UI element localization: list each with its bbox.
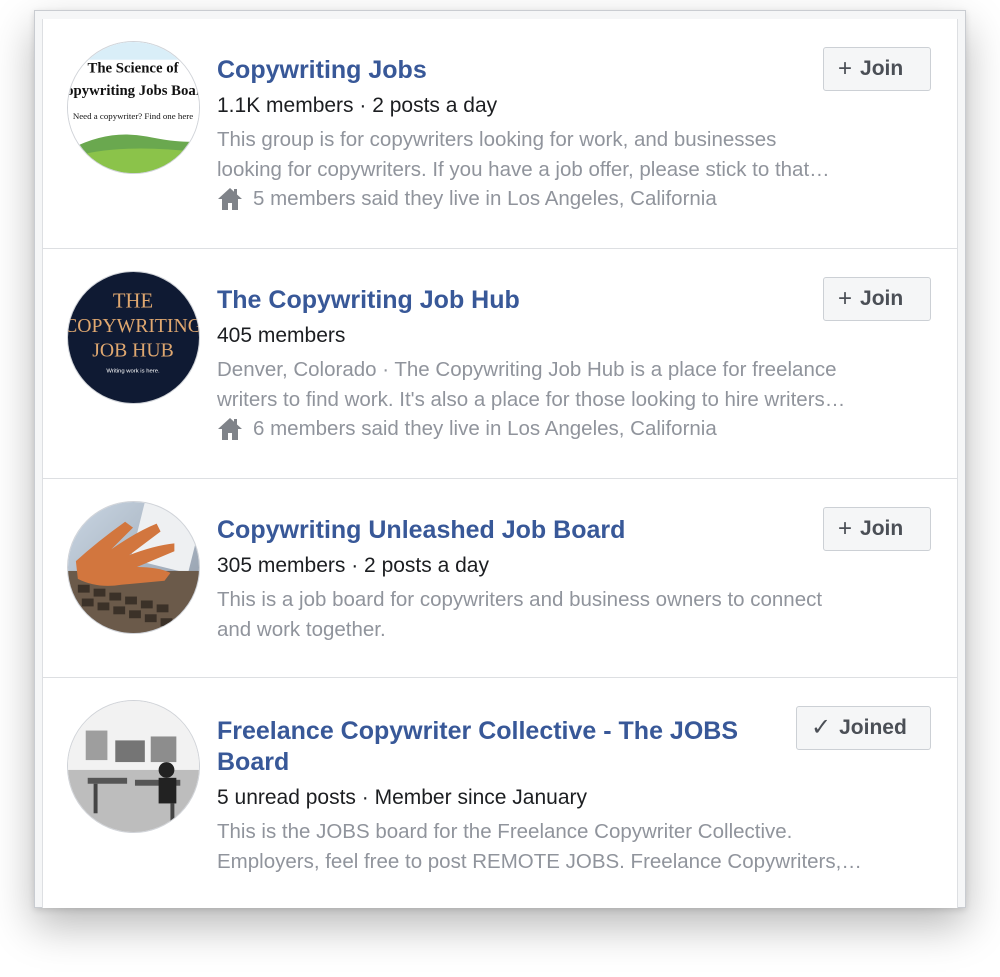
group-avatar[interactable]: [67, 700, 200, 833]
join-button[interactable]: + Join: [823, 507, 931, 551]
location-note-text: 6 members said they live in Los Angeles,…: [253, 417, 717, 440]
description-line: looking for copywriters. If you have a j…: [217, 157, 830, 181]
description-line: and work together.: [217, 617, 386, 641]
description-line: writers to find work. It's also a place …: [217, 387, 846, 411]
group-results-list: The Science of Copywriting Jobs Board Ne…: [42, 19, 958, 908]
join-button-label: Join: [860, 57, 904, 80]
group-title-link[interactable]: The Copywriting Job Hub: [217, 285, 777, 316]
avatar-text-line: The Science of: [87, 61, 179, 77]
avatar-text-line: Copywriting Jobs Board: [68, 83, 199, 99]
avatar-hand-on-keyboard: [68, 502, 199, 633]
group-meta: 405 members: [217, 324, 346, 347]
plus-icon: +: [838, 515, 853, 542]
home-icon: [217, 417, 243, 441]
description-line: This is a job board for copywriters and …: [217, 588, 823, 611]
group-item: Copywriting Unleashed Job Board 305 memb…: [43, 479, 957, 678]
avatar-text-line: JOB HUB: [92, 340, 173, 362]
group-avatar[interactable]: THE COPYWRITING JOB HUB Writing work is …: [67, 271, 200, 404]
description-line: This is the JOBS board for the Freelance…: [217, 820, 793, 843]
plus-icon: +: [838, 285, 853, 312]
joined-button-label: Joined: [839, 716, 907, 739]
avatar-copywriting-job-hub: THE COPYWRITING JOB HUB Writing work is …: [68, 272, 199, 403]
plus-icon: +: [838, 55, 853, 82]
join-button-label: Join: [860, 287, 904, 310]
group-description: This is a job board for copywriters and …: [217, 585, 933, 644]
avatar-text-line: THE: [113, 290, 153, 312]
home-icon: [217, 187, 243, 211]
avatar-copywriting-jobs: The Science of Copywriting Jobs Board Ne…: [68, 42, 199, 173]
joined-button[interactable]: ✓ Joined: [796, 706, 931, 750]
avatar-text-line: Writing work is here.: [106, 368, 160, 374]
group-meta: 1.1K members · 2 posts a day: [217, 94, 498, 117]
description-line: Denver, Colorado · The Copywriting Job H…: [217, 358, 837, 381]
avatar-text-line: Need a copywriter? Find one here: [73, 111, 193, 121]
avatar-text-line: COPYWRITING: [68, 315, 199, 337]
group-description: This group is for copywriters looking fo…: [217, 125, 933, 184]
group-title-link[interactable]: Copywriting Unleashed Job Board: [217, 515, 777, 546]
group-meta: 5 unread posts · Member since January: [217, 786, 588, 809]
group-item: The Science of Copywriting Jobs Board Ne…: [43, 19, 957, 249]
location-note: 6 members said they live in Los Angeles,…: [217, 414, 933, 444]
group-avatar[interactable]: [67, 501, 200, 634]
description-line: This group is for copywriters looking fo…: [217, 128, 777, 151]
join-button[interactable]: + Join: [823, 277, 931, 321]
group-description: Denver, Colorado · The Copywriting Job H…: [217, 355, 933, 414]
join-button[interactable]: + Join: [823, 47, 931, 91]
checkmark-icon: ✓: [811, 714, 832, 741]
group-meta: 305 members · 2 posts a day: [217, 554, 489, 577]
description-line: Employers, feel free to post REMOTE JOBS…: [217, 849, 862, 873]
group-title-link[interactable]: Copywriting Jobs: [217, 55, 777, 86]
location-note-text: 5 members said they live in Los Angeles,…: [253, 187, 717, 210]
group-title-link[interactable]: Freelance Copywriter Collective - The JO…: [217, 716, 777, 778]
group-avatar[interactable]: The Science of Copywriting Jobs Board Ne…: [67, 41, 200, 174]
group-item: Freelance Copywriter Collective - The JO…: [43, 678, 957, 899]
location-note: 5 members said they live in Los Angeles,…: [217, 184, 933, 214]
join-button-label: Join: [860, 517, 904, 540]
avatar-office-photo: [68, 701, 199, 832]
group-description: This is the JOBS board for the Freelance…: [217, 817, 933, 876]
group-item: THE COPYWRITING JOB HUB Writing work is …: [43, 249, 957, 479]
